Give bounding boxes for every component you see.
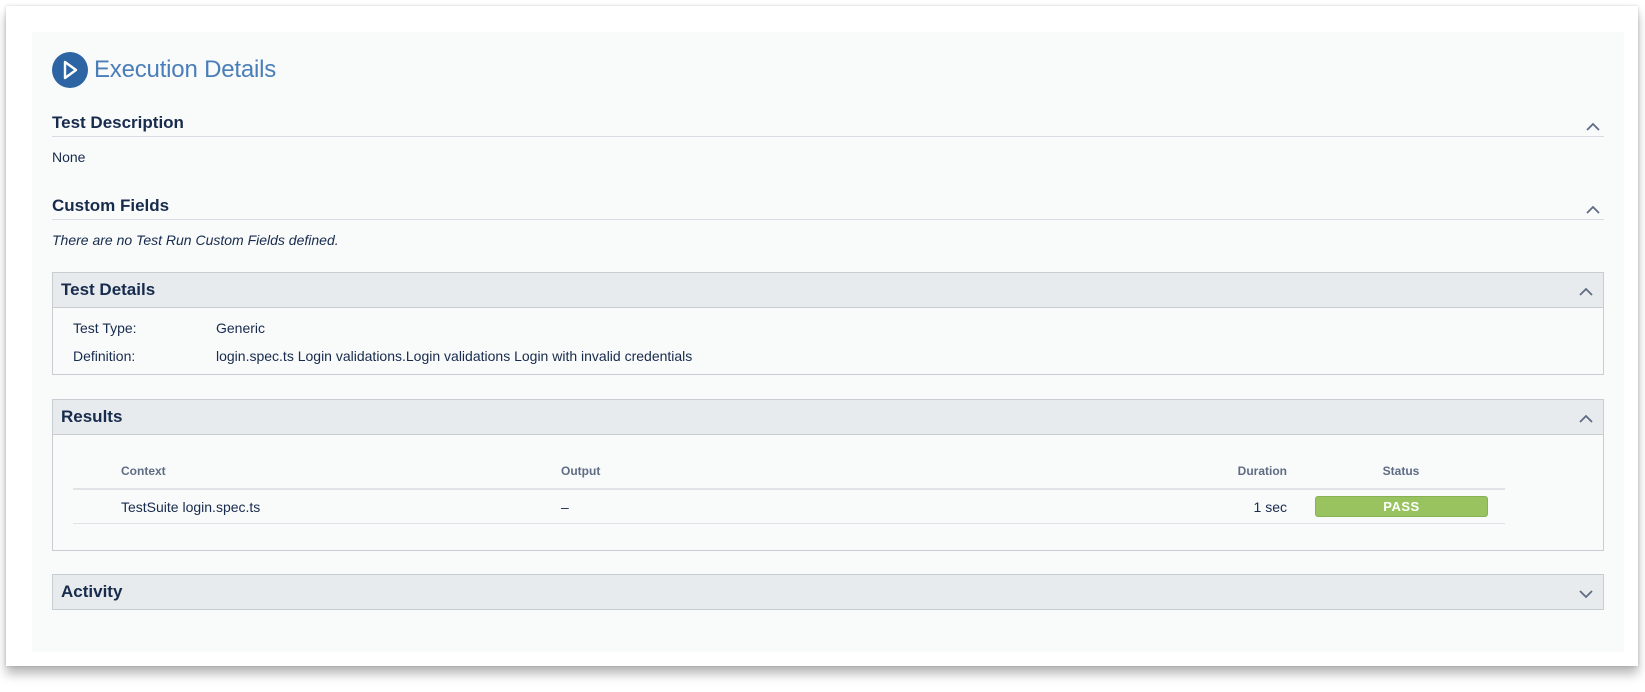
custom-fields-section: Custom Fields There are no Test Run Cust…	[52, 193, 1604, 248]
chevron-up-icon[interactable]	[1579, 414, 1593, 424]
results-table: Context Output Duration Status TestSuite…	[73, 458, 1505, 524]
definition-row: Definition: login.spec.ts Login validati…	[53, 348, 1603, 376]
test-description-heading: Test Description	[52, 113, 184, 132]
definition-value: login.spec.ts Login validations.Login va…	[216, 348, 693, 364]
activity-panel: Activity	[52, 574, 1604, 610]
page-title: Execution Details	[94, 56, 277, 83]
test-type-label: Test Type:	[73, 320, 137, 336]
test-type-value: Generic	[216, 320, 266, 336]
results-panel: Results Context Output Duration Status T…	[52, 399, 1604, 551]
page-header: Execution Details	[52, 50, 276, 90]
custom-fields-heading: Custom Fields	[52, 196, 170, 215]
column-duration[interactable]: Duration	[1238, 464, 1287, 478]
test-details-header[interactable]: Test Details	[53, 273, 1603, 308]
window-frame: Execution Details Test Description None …	[6, 6, 1638, 666]
play-circle-icon	[52, 52, 88, 88]
results-header[interactable]: Results	[53, 400, 1603, 435]
column-status[interactable]: Status	[1315, 464, 1487, 478]
duration-cell: 1 sec	[1253, 499, 1287, 515]
custom-fields-message: There are no Test Run Custom Fields defi…	[52, 232, 339, 248]
results-table-header: Context Output Duration Status	[73, 458, 1505, 490]
column-output[interactable]: Output	[561, 464, 600, 478]
test-description-header[interactable]: Test Description	[52, 110, 1604, 137]
status-badge: PASS	[1315, 496, 1488, 517]
test-details-heading: Test Details	[61, 280, 156, 299]
activity-header[interactable]: Activity	[53, 575, 1603, 609]
chevron-up-icon[interactable]	[1586, 205, 1600, 215]
test-type-row: Test Type: Generic	[53, 320, 1603, 348]
chevron-up-icon[interactable]	[1579, 287, 1593, 297]
execution-details-panel: Execution Details Test Description None …	[32, 32, 1624, 652]
context-cell: TestSuite login.spec.ts	[121, 499, 261, 515]
column-context[interactable]: Context	[121, 464, 166, 478]
test-description-value: None	[52, 149, 86, 165]
chevron-down-icon[interactable]	[1579, 589, 1593, 599]
custom-fields-header[interactable]: Custom Fields	[52, 193, 1604, 220]
table-row[interactable]: TestSuite login.spec.ts – 1 sec PASS	[73, 490, 1505, 524]
results-heading: Results	[61, 407, 123, 426]
activity-heading: Activity	[61, 582, 123, 601]
chevron-up-icon[interactable]	[1586, 122, 1600, 132]
test-description-section: Test Description None	[52, 110, 1604, 165]
definition-label: Definition:	[73, 348, 136, 364]
test-details-panel: Test Details Test Type: Generic Definiti…	[52, 272, 1604, 375]
output-cell: –	[561, 499, 569, 515]
